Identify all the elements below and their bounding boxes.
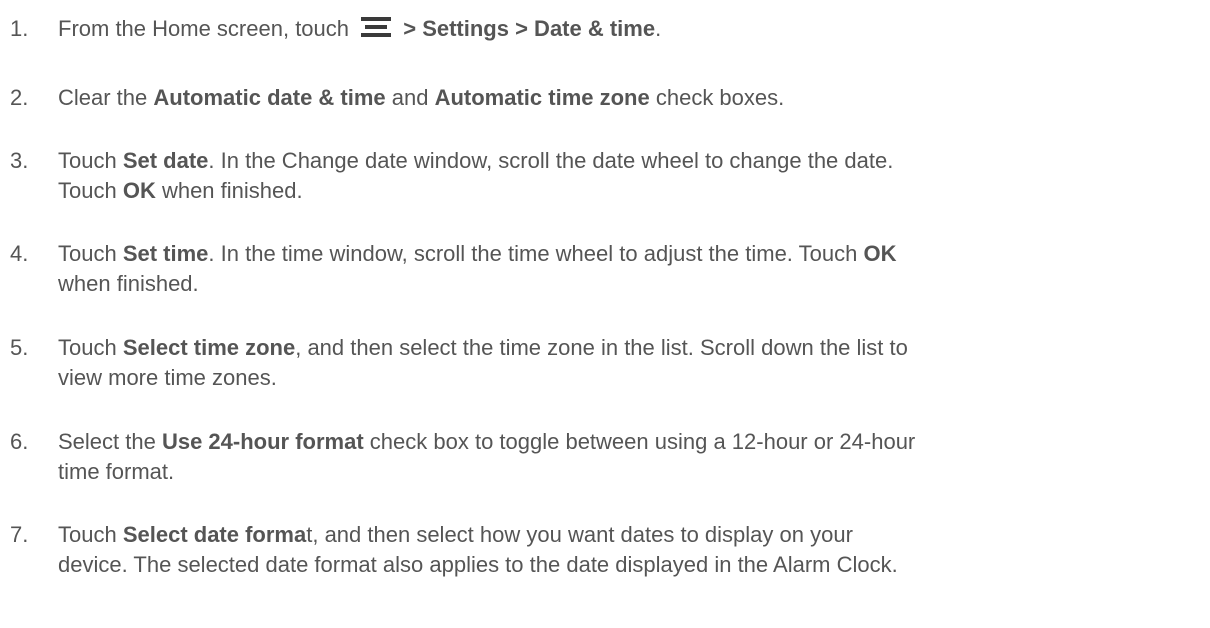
step-text-part: when finished.: [155, 178, 303, 203]
step-text-bold: Automatic date & time: [153, 85, 386, 110]
step-number: 1.: [10, 16, 29, 41]
step-text-bold: OK: [122, 178, 156, 203]
step-text-bold: OK: [863, 241, 897, 266]
step-text-part: Touch: [58, 335, 123, 360]
step-text-part: time format.: [58, 459, 175, 484]
step-text-part: and: [385, 85, 435, 110]
step-text-part: Touch: [58, 178, 123, 203]
step-2: 2. Clear the Automatic date & time and A…: [10, 83, 1190, 113]
step-text-part: view more time zones.: [58, 365, 277, 390]
step-5: 5. Touch Select time zone, and then sele…: [10, 333, 1190, 393]
step-text-part: t, and then select how you want dates to…: [306, 522, 853, 547]
step-text: Touch Set time. In the time window, scro…: [58, 239, 1190, 299]
step-7: 7. Touch Select date format, and then se…: [10, 520, 1190, 580]
step-text: From the Home screen, touch > Settings >…: [58, 14, 1190, 44]
step-text-part: Touch: [58, 148, 123, 173]
step-text-part: From the Home screen, touch: [58, 16, 356, 41]
step-4: 4. Touch Set time. In the time window, s…: [10, 239, 1190, 299]
step-text-part: Clear the: [58, 85, 154, 110]
step-text-bold: Set date: [122, 148, 209, 173]
step-text-bold: Select date forma: [122, 522, 307, 547]
step-text-bold: Set time: [122, 241, 209, 266]
step-text-part: check boxes.: [649, 85, 785, 110]
step-text-part: Touch: [58, 522, 123, 547]
step-number: 6.: [10, 429, 29, 454]
step-text-bold: Use 24-hour format: [161, 429, 364, 454]
step-text-part: . In the Change date window, scroll the …: [208, 148, 894, 173]
step-text: Touch Select date format, and then selec…: [58, 520, 1190, 580]
step-number: 4.: [10, 241, 29, 266]
step-text: Select the Use 24-hour format check box …: [58, 427, 1190, 487]
instruction-steps: 1. From the Home screen, touch > Setting…: [0, 0, 1210, 628]
step-text: Touch Select time zone, and then select …: [58, 333, 1190, 393]
step-text-part: Select the: [58, 429, 162, 454]
step-text: Touch Set date. In the Change date windo…: [58, 146, 1190, 206]
step-number: 7.: [10, 522, 29, 547]
step-text: Clear the Automatic date & time and Auto…: [58, 83, 1190, 113]
step-text-bold: > Settings > Date & time: [397, 16, 656, 41]
step-number: 3.: [10, 148, 29, 173]
step-text-part: .: [655, 16, 662, 41]
step-text-part: device. The selected date format also ap…: [58, 552, 898, 577]
menu-icon: [361, 17, 392, 39]
step-text-part: Touch: [58, 241, 123, 266]
step-text-part: when finished.: [58, 271, 199, 296]
step-3: 3. Touch Set date. In the Change date wi…: [10, 146, 1190, 206]
step-6: 6. Select the Use 24-hour format check b…: [10, 427, 1190, 487]
step-text-part: . In the time window, scroll the time wh…: [208, 241, 864, 266]
step-number: 5.: [10, 335, 29, 360]
step-text-bold: Automatic time zone: [434, 85, 650, 110]
step-number: 2.: [10, 85, 29, 110]
step-text-bold: Select time zone: [122, 335, 296, 360]
step-text-part: , and then select the time zone in the l…: [295, 335, 908, 360]
step-1: 1. From the Home screen, touch > Setting…: [10, 14, 1190, 44]
step-text-part: check box to toggle between using a 12-h…: [363, 429, 916, 454]
